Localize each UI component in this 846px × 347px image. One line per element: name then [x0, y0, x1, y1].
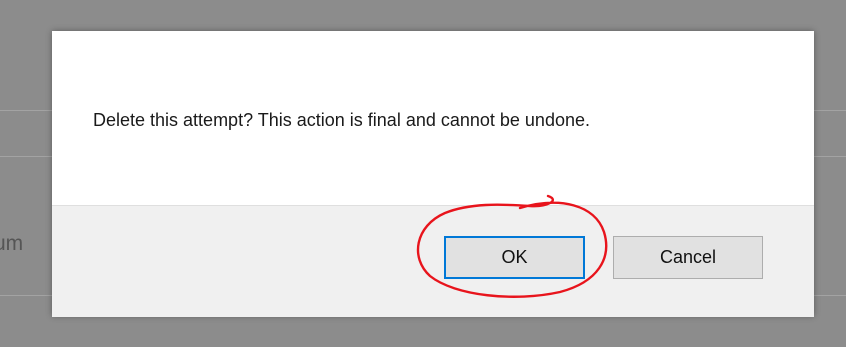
dialog-body: Delete this attempt? This action is fina… [52, 31, 814, 205]
background-partial-text: um [0, 232, 24, 255]
cancel-button[interactable]: Cancel [613, 236, 763, 279]
dialog-footer: OK Cancel [52, 205, 814, 317]
ok-button[interactable]: OK [444, 236, 585, 279]
dialog-message: Delete this attempt? This action is fina… [93, 110, 590, 130]
confirm-dialog: Delete this attempt? This action is fina… [52, 31, 814, 317]
